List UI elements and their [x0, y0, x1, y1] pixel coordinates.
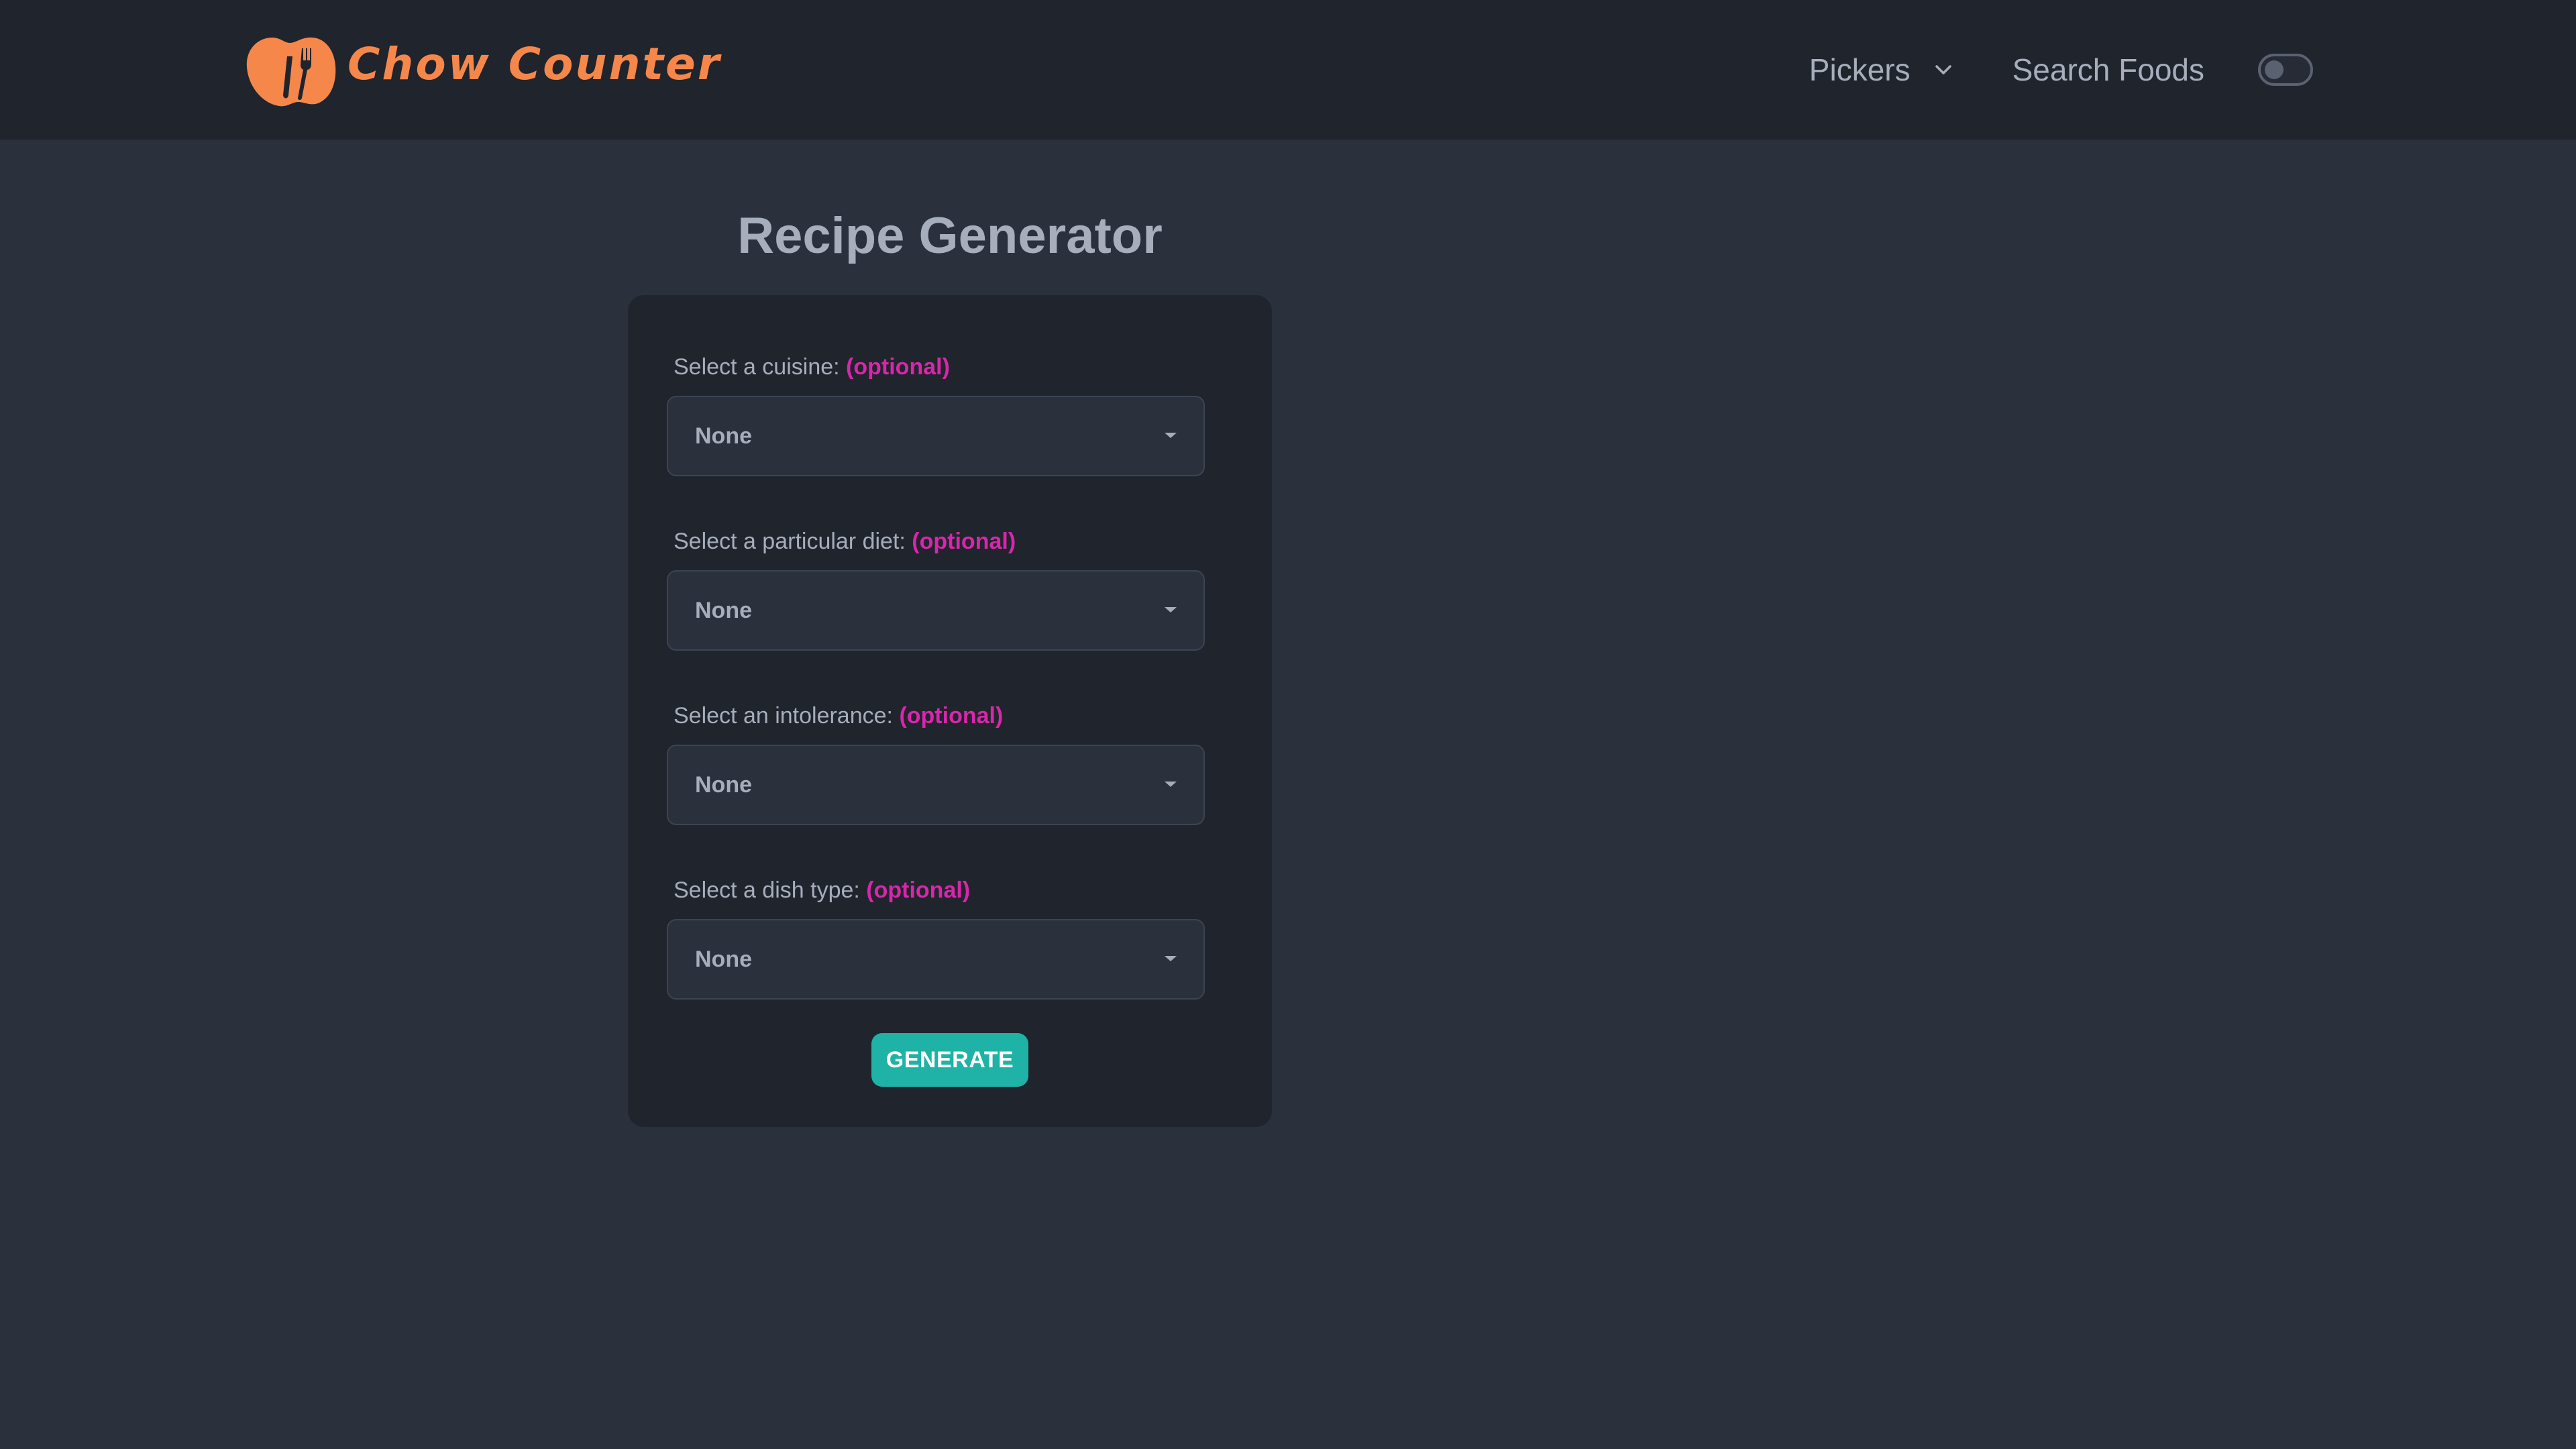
- dish-type-optional-text: (optional): [866, 877, 971, 903]
- dish-type-label: Select a dish type: (optional): [674, 879, 970, 902]
- intolerance-label-text: Select an intolerance:: [674, 703, 893, 729]
- brand-name: Chow Counter: [347, 38, 722, 90]
- navbar: Chow Counter Pickers Search Foods: [0, 0, 2576, 140]
- brand-link[interactable]: Chow Counter: [246, 31, 721, 109]
- dish-type-select[interactable]: None: [667, 919, 1205, 1000]
- diet-label-text: Select a particular diet:: [674, 529, 906, 554]
- page-title: Recipe Generator: [737, 207, 1163, 264]
- cuisine-label-text: Select a cuisine:: [674, 354, 840, 380]
- pickers-dropdown[interactable]: Pickers: [1793, 38, 1970, 101]
- cuisine-select-value: None: [695, 423, 752, 449]
- pickers-label: Pickers: [1809, 52, 1911, 87]
- caret-down-icon: [1165, 782, 1177, 787]
- intolerance-optional-text: (optional): [899, 703, 1004, 729]
- nav-menu: Pickers Search Foods: [1793, 0, 2313, 140]
- diet-label: Select a particular diet: (optional): [674, 530, 1016, 553]
- diet-optional-text: (optional): [912, 529, 1016, 554]
- cuisine-select[interactable]: None: [667, 396, 1205, 476]
- search-foods-label: Search Foods: [2012, 52, 2204, 87]
- cuisine-label: Select a cuisine: (optional): [674, 356, 950, 378]
- generate-button[interactable]: GENERATE: [871, 1033, 1028, 1087]
- recipe-form: Select a cuisine: (optional) None Select…: [628, 295, 1272, 1127]
- theme-toggle[interactable]: [2258, 54, 2313, 86]
- diet-select[interactable]: None: [667, 570, 1205, 651]
- search-foods-link[interactable]: Search Foods: [1996, 38, 2220, 101]
- dish-type-select-value: None: [695, 947, 752, 972]
- intolerance-label: Select an intolerance: (optional): [674, 704, 1003, 727]
- caret-down-icon: [1165, 433, 1177, 438]
- dish-type-label-text: Select a dish type:: [674, 877, 860, 903]
- caret-down-icon: [1165, 607, 1177, 612]
- intolerance-select-value: None: [695, 772, 752, 798]
- chevron-down-icon: [1935, 65, 1951, 74]
- chow-counter-logo-icon: [246, 37, 336, 107]
- caret-down-icon: [1165, 956, 1177, 961]
- intolerance-select[interactable]: None: [667, 745, 1205, 825]
- toggle-knob: [2265, 60, 2284, 79]
- diet-select-value: None: [695, 598, 752, 623]
- cuisine-optional-text: (optional): [846, 354, 950, 380]
